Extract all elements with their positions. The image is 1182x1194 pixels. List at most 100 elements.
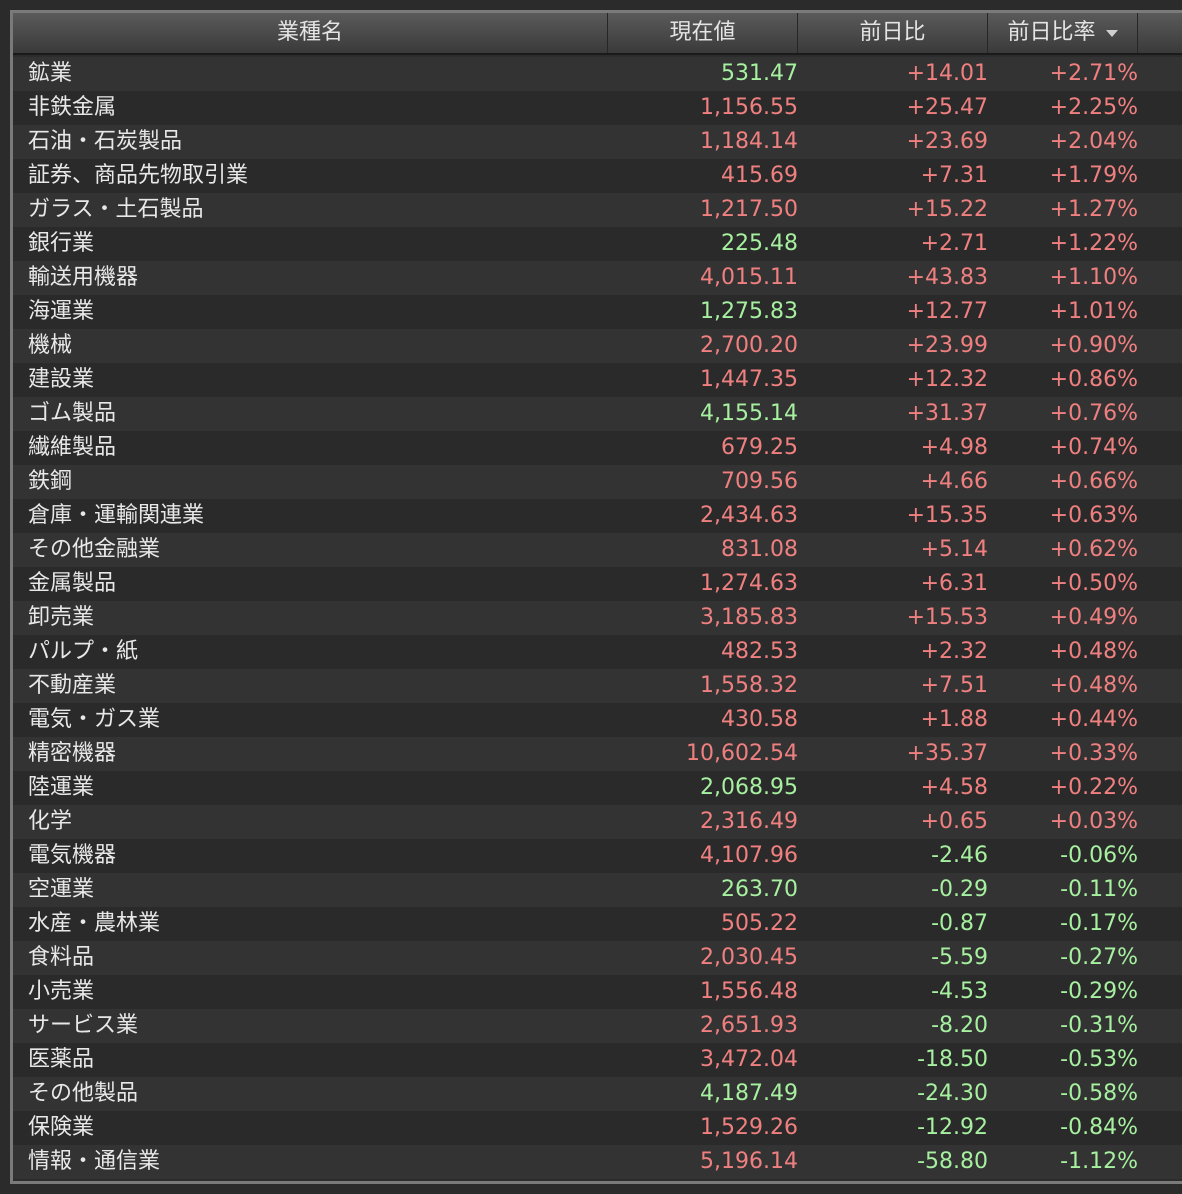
price-change: -5.59 xyxy=(931,945,988,970)
table-row[interactable]: 海運業 1,275.83 +12.77 +1.01% xyxy=(13,295,1182,329)
current-price: 4,155.14 xyxy=(700,401,798,426)
change-rate: +1.01% xyxy=(1049,299,1138,324)
change-rate: +0.48% xyxy=(1049,639,1138,664)
column-header-current-price[interactable]: 現在値 xyxy=(608,13,798,53)
table-row[interactable]: 不動産業 1,558.32 +7.51 +0.48% xyxy=(13,669,1182,703)
sector-name: 電気・ガス業 xyxy=(28,707,161,732)
change-rate: +0.03% xyxy=(1049,809,1138,834)
table-row[interactable]: 倉庫・運輸関連業 2,434.63 +15.35 +0.63% xyxy=(13,499,1182,533)
table-row[interactable]: その他製品 4,187.49 -24.30 -0.58% xyxy=(13,1077,1182,1111)
change-rate: +0.48% xyxy=(1049,673,1138,698)
table-row[interactable]: 水産・農林業 505.22 -0.87 -0.17% xyxy=(13,907,1182,941)
current-price: 1,184.14 xyxy=(700,129,798,154)
table-header: 業種名 現在値 前日比 前日比率 xyxy=(13,13,1182,55)
table-row[interactable]: ゴム製品 4,155.14 +31.37 +0.76% xyxy=(13,397,1182,431)
price-change: -12.92 xyxy=(917,1115,988,1140)
current-price: 4,107.96 xyxy=(700,843,798,868)
price-change: +15.35 xyxy=(906,503,988,528)
table-row[interactable]: 電気・ガス業 430.58 +1.88 +0.44% xyxy=(13,703,1182,737)
change-rate: -0.29% xyxy=(1060,979,1138,1004)
price-change: -58.80 xyxy=(917,1149,988,1174)
sector-name: 銀行業 xyxy=(28,231,95,256)
sector-name: その他製品 xyxy=(28,1081,139,1106)
sector-name: 卸売業 xyxy=(28,605,95,630)
column-header-change[interactable]: 前日比 xyxy=(798,13,988,53)
sector-name: サービス業 xyxy=(28,1013,139,1038)
price-change: -0.87 xyxy=(931,911,988,936)
sector-name: 不動産業 xyxy=(28,673,117,698)
change-rate: +2.71% xyxy=(1049,61,1138,86)
change-rate: +0.44% xyxy=(1049,707,1138,732)
price-change: +23.69 xyxy=(906,129,988,154)
table-row[interactable]: 証券、商品先物取引業 415.69 +7.31 +1.79% xyxy=(13,159,1182,193)
current-price: 1,529.26 xyxy=(700,1115,798,1140)
current-price: 1,275.83 xyxy=(700,299,798,324)
current-price: 3,472.04 xyxy=(700,1047,798,1072)
table-row[interactable]: 繊維製品 679.25 +4.98 +0.74% xyxy=(13,431,1182,465)
change-rate: +1.27% xyxy=(1049,197,1138,222)
table-row[interactable]: 保険業 1,529.26 -12.92 -0.84% xyxy=(13,1111,1182,1145)
table-row[interactable]: 小売業 1,556.48 -4.53 -0.29% xyxy=(13,975,1182,1009)
change-rate: -0.53% xyxy=(1060,1047,1138,1072)
current-price: 1,447.35 xyxy=(700,367,798,392)
table-row[interactable]: サービス業 2,651.93 -8.20 -0.31% xyxy=(13,1009,1182,1043)
change-rate: +0.50% xyxy=(1049,571,1138,596)
table-row[interactable]: 電気機器 4,107.96 -2.46 -0.06% xyxy=(13,839,1182,873)
sector-name: 金属製品 xyxy=(28,571,117,596)
price-change: +7.31 xyxy=(920,163,988,188)
price-change: +4.66 xyxy=(920,469,988,494)
table-row[interactable]: パルプ・紙 482.53 +2.32 +0.48% xyxy=(13,635,1182,669)
change-rate: -0.11% xyxy=(1060,877,1138,902)
table-row[interactable]: 石油・石炭製品 1,184.14 +23.69 +2.04% xyxy=(13,125,1182,159)
table-row[interactable]: 卸売業 3,185.83 +15.53 +0.49% xyxy=(13,601,1182,635)
change-rate: +2.25% xyxy=(1049,95,1138,120)
table-row[interactable]: 機械 2,700.20 +23.99 +0.90% xyxy=(13,329,1182,363)
table-row[interactable]: 精密機器 10,602.54 +35.37 +0.33% xyxy=(13,737,1182,771)
change-rate: +0.86% xyxy=(1049,367,1138,392)
table-row[interactable]: 食料品 2,030.45 -5.59 -0.27% xyxy=(13,941,1182,975)
table-row[interactable]: 銀行業 225.48 +2.71 +1.22% xyxy=(13,227,1182,261)
change-rate: +0.33% xyxy=(1049,741,1138,766)
price-change: +14.01 xyxy=(906,61,988,86)
current-price: 679.25 xyxy=(721,435,798,460)
sector-name: 精密機器 xyxy=(28,741,117,766)
sector-name: パルプ・紙 xyxy=(28,639,139,664)
table-row[interactable]: 鉄鋼 709.56 +4.66 +0.66% xyxy=(13,465,1182,499)
sector-name: 輸送用機器 xyxy=(28,265,139,290)
table-row[interactable]: 陸運業 2,068.95 +4.58 +0.22% xyxy=(13,771,1182,805)
table-body: 鉱業 531.47 +14.01 +2.71% 非鉄金属 1,156.55 +25.47 +2… xyxy=(13,57,1182,1179)
sector-name: その他金融業 xyxy=(28,537,161,562)
sector-name: 水産・農林業 xyxy=(28,911,161,936)
current-price: 2,316.49 xyxy=(700,809,798,834)
sector-name: 鉱業 xyxy=(28,61,73,86)
price-change: +35.37 xyxy=(906,741,988,766)
table-row[interactable]: 非鉄金属 1,156.55 +25.47 +2.25% xyxy=(13,91,1182,125)
table-row[interactable]: 鉱業 531.47 +14.01 +2.71% xyxy=(13,57,1182,91)
current-price: 482.53 xyxy=(721,639,798,664)
column-header-sector-name[interactable]: 業種名 xyxy=(13,13,608,53)
table-row[interactable]: 化学 2,316.49 +0.65 +0.03% xyxy=(13,805,1182,839)
change-rate: -0.31% xyxy=(1060,1013,1138,1038)
price-change: +12.32 xyxy=(906,367,988,392)
current-price: 263.70 xyxy=(721,877,798,902)
price-change: -24.30 xyxy=(917,1081,988,1106)
change-rate: +0.90% xyxy=(1049,333,1138,358)
table-row[interactable]: ガラス・土石製品 1,217.50 +15.22 +1.27% xyxy=(13,193,1182,227)
sector-name: 空運業 xyxy=(28,877,95,902)
table-row[interactable]: その他金融業 831.08 +5.14 +0.62% xyxy=(13,533,1182,567)
sector-name: 建設業 xyxy=(28,367,95,392)
change-rate: -0.58% xyxy=(1060,1081,1138,1106)
column-header-change-rate[interactable]: 前日比率 xyxy=(988,13,1138,53)
table-row[interactable]: 医薬品 3,472.04 -18.50 -0.53% xyxy=(13,1043,1182,1077)
current-price: 531.47 xyxy=(721,61,798,86)
table-row[interactable]: 建設業 1,447.35 +12.32 +0.86% xyxy=(13,363,1182,397)
current-price: 1,217.50 xyxy=(700,197,798,222)
current-price: 3,185.83 xyxy=(700,605,798,630)
table-row[interactable]: 空運業 263.70 -0.29 -0.11% xyxy=(13,873,1182,907)
change-rate: +1.79% xyxy=(1049,163,1138,188)
sector-name: 繊維製品 xyxy=(28,435,117,460)
table-row[interactable]: 情報・通信業 5,196.14 -58.80 -1.12% xyxy=(13,1145,1182,1179)
table-row[interactable]: 輸送用機器 4,015.11 +43.83 +1.10% xyxy=(13,261,1182,295)
current-price: 430.58 xyxy=(721,707,798,732)
table-row[interactable]: 金属製品 1,274.63 +6.31 +0.50% xyxy=(13,567,1182,601)
